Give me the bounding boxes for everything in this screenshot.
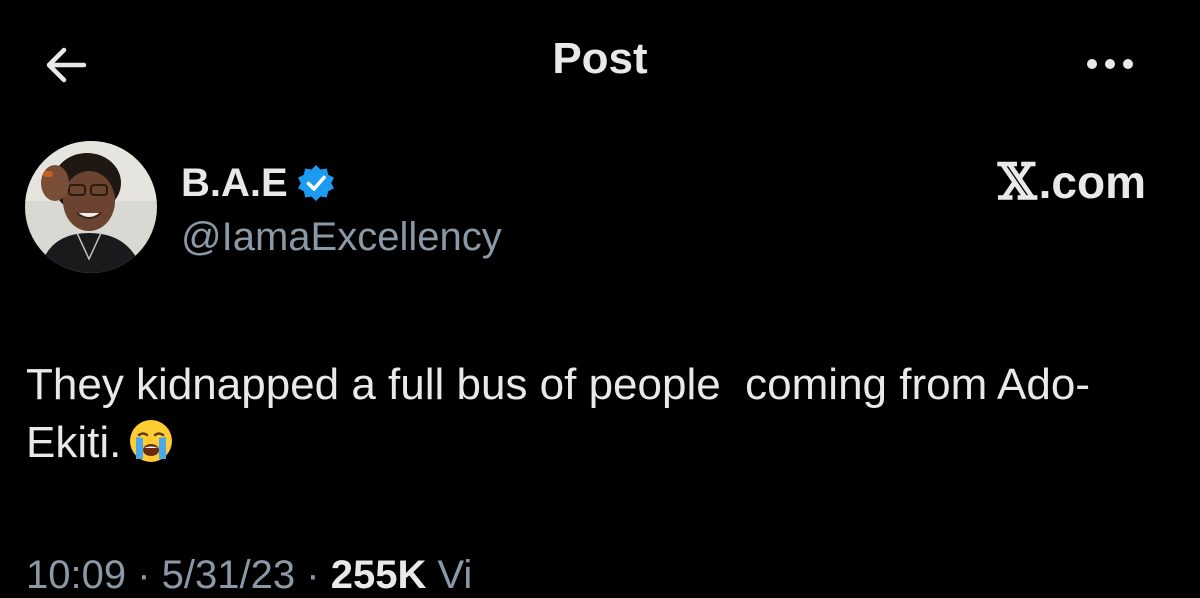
more-horizontal-icon [1087,59,1133,69]
arrow-left-icon [46,47,87,83]
post-text: They kidnapped a full bus of people comi… [26,360,1090,467]
back-button[interactable] [40,38,94,92]
avatar[interactable] [25,141,157,273]
top-bar: Post [0,0,1200,120]
post-date[interactable]: 5/31/23 [162,553,295,597]
post-time[interactable]: 10:09 [26,553,126,597]
views-label: Vi [437,553,473,597]
display-name-text: B.A.E [181,161,288,205]
author-handle[interactable]: @IamaExcellency [181,214,502,260]
post-metadata: 10:09 · 5/31/23 · 255K Vi [26,553,473,597]
x-com-watermark: 𝕏 .com [997,152,1146,211]
watermark-suffix: .com [1038,156,1146,208]
verified-badge-icon [297,165,334,201]
loudly-crying-face-icon [130,420,173,462]
avatar-image [25,141,157,273]
more-options-button[interactable] [1080,44,1140,84]
author-display-name[interactable]: B.A.E [181,160,336,206]
post-body: They kidnapped a full bus of people comi… [26,356,1166,472]
views-count: 255K [330,553,427,597]
page-title: Post [552,34,648,83]
x-logo-icon: 𝕏 [997,152,1037,211]
